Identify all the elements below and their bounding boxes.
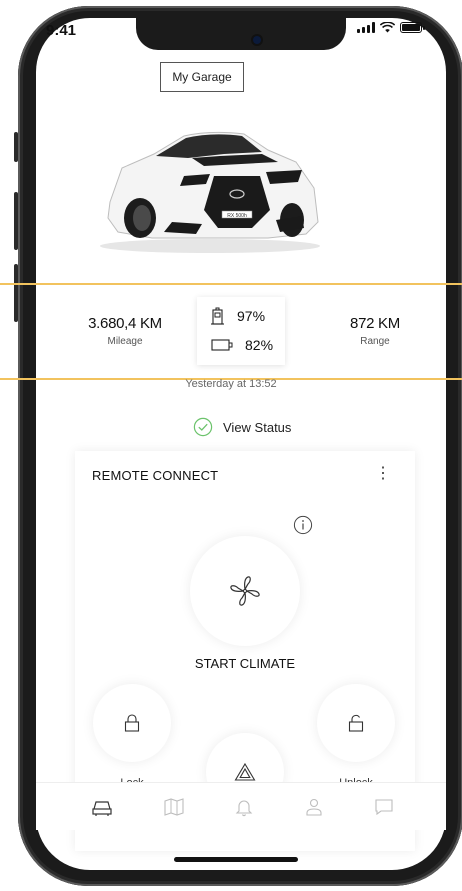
volume-down-button	[14, 264, 18, 322]
ev-battery-icon	[211, 339, 233, 351]
chat-icon	[375, 799, 393, 816]
start-climate-button[interactable]	[190, 536, 300, 646]
check-circle-icon	[193, 417, 213, 437]
home-indicator	[174, 857, 298, 862]
car-icon	[92, 801, 112, 816]
hazard-icon	[234, 762, 256, 781]
view-status-label: View Status	[223, 419, 292, 435]
mileage-label: Mileage	[107, 336, 143, 347]
fuel-pump-icon	[211, 307, 224, 325]
unlock-button[interactable]	[317, 684, 395, 762]
highlight-line-top	[0, 283, 462, 285]
map-icon	[164, 798, 184, 816]
lock-button[interactable]	[93, 684, 171, 762]
status-icons	[357, 22, 425, 33]
car-image: RX 500h	[100, 131, 320, 253]
fuel-level-value: 97%	[237, 308, 266, 324]
range-stat: 872 KM Range	[335, 315, 415, 347]
front-camera	[253, 36, 261, 44]
info-icon[interactable]	[293, 515, 313, 535]
mileage-value: 3.680,4 KM	[88, 315, 162, 332]
unlock-icon	[348, 714, 364, 732]
remote-connect-title: REMOTE CONNECT	[92, 468, 219, 483]
battery-level-value: 82%	[245, 337, 274, 353]
bell-icon	[235, 800, 253, 817]
tab-messages[interactable]	[370, 793, 398, 821]
tab-notifications[interactable]	[230, 793, 258, 821]
range-value: 872 KM	[350, 315, 400, 332]
start-climate-label: START CLIMATE	[194, 656, 296, 671]
silent-switch	[14, 132, 18, 162]
my-garage-button[interactable]: My Garage	[160, 62, 244, 92]
lock-icon	[124, 714, 140, 732]
volume-up-button	[14, 192, 18, 250]
tab-map[interactable]	[160, 793, 188, 821]
fuel-level-row: 97%	[211, 307, 265, 325]
fuel-battery-levels: 97% 82%	[197, 297, 285, 365]
user-icon	[306, 798, 322, 816]
fan-icon	[230, 576, 260, 606]
wifi-icon	[380, 22, 395, 33]
battery-level-row: 82%	[211, 337, 273, 353]
tab-vehicle[interactable]	[88, 793, 116, 821]
battery-icon	[400, 22, 425, 33]
signal-icon	[357, 22, 375, 33]
range-label: Range	[360, 336, 390, 347]
view-status-link[interactable]: View Status	[193, 417, 291, 437]
status-time: 9:41	[46, 22, 77, 39]
last-updated: Yesterday at 13:52	[185, 378, 277, 390]
more-options-icon[interactable]: ⋮	[375, 466, 391, 482]
tab-profile[interactable]	[300, 793, 328, 821]
notch	[136, 18, 346, 50]
bottom-tab-bar	[36, 782, 446, 830]
mileage-stat: 3.680,4 KM Mileage	[80, 315, 170, 347]
license-plate-text: RX 500h	[227, 213, 247, 219]
